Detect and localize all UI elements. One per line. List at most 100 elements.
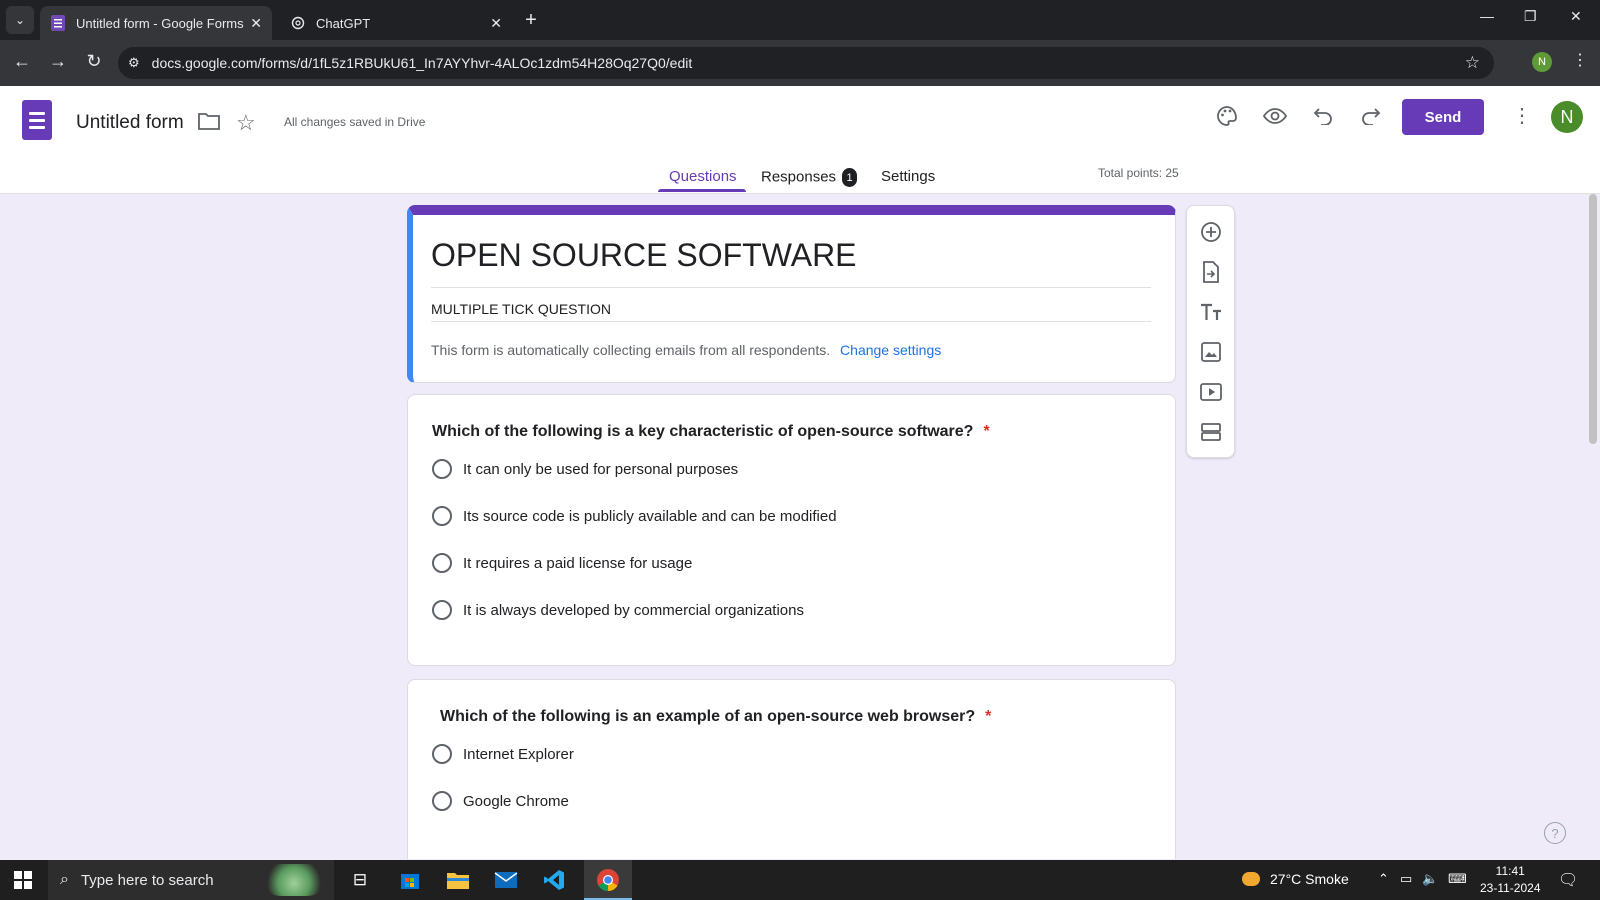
system-clock[interactable]: 11:41 23-11-2024 xyxy=(1480,863,1541,897)
account-avatar[interactable]: N xyxy=(1551,101,1583,133)
add-section-icon[interactable] xyxy=(1199,420,1223,444)
close-tab-icon[interactable]: ✕ xyxy=(490,15,502,32)
radio-option[interactable]: It can only be used for personal purpose… xyxy=(432,459,738,479)
search-icon: ⌕ xyxy=(60,871,69,888)
tab-title: Untitled form - Google Forms xyxy=(76,15,244,31)
new-tab-icon[interactable]: + xyxy=(520,9,542,32)
radio-button[interactable] xyxy=(432,506,452,526)
radio-option[interactable]: It is always developed by commercial org… xyxy=(432,600,804,620)
tab-questions[interactable]: Questions xyxy=(669,168,737,185)
file-explorer-icon[interactable] xyxy=(444,866,472,894)
minimize-icon[interactable]: — xyxy=(1480,8,1494,24)
vscode-icon[interactable] xyxy=(540,866,568,894)
tab-responses-label: Responses xyxy=(761,168,837,186)
option-label: It can only be used for personal purpose… xyxy=(463,460,739,478)
chrome-icon[interactable] xyxy=(594,866,622,894)
taskbar-search[interactable]: ⌕ Type here to search xyxy=(48,860,334,900)
radio-option[interactable]: It requires a paid license for usage xyxy=(432,553,692,573)
network-icon[interactable]: ▭ xyxy=(1400,871,1412,887)
search-placeholder: Type here to search xyxy=(80,871,214,889)
browser-tab-chatgpt[interactable]: ChatGPT ✕ xyxy=(280,6,512,40)
radio-button[interactable] xyxy=(432,553,452,573)
task-view-icon[interactable]: ⊟ xyxy=(346,866,374,894)
close-tab-icon[interactable]: ✕ xyxy=(250,15,262,32)
form-description[interactable]: MULTIPLE TICK QUESTION xyxy=(431,301,611,317)
question-card[interactable]: Which of the following is a key characte… xyxy=(407,394,1176,666)
search-decoration-icon xyxy=(264,864,324,896)
star-icon[interactable]: ☆ xyxy=(236,110,256,136)
help-icon[interactable]: ? xyxy=(1544,822,1566,844)
question-text: Which of the following is a key characte… xyxy=(432,423,990,441)
undo-icon[interactable] xyxy=(1311,104,1335,128)
question-card[interactable]: Which of the following is an example of … xyxy=(407,679,1176,859)
browser-tab-forms[interactable]: Untitled form - Google Forms ✕ xyxy=(40,6,272,40)
url-text: docs.google.com/forms/d/1fL5z1RBUkU61_In… xyxy=(151,55,693,71)
add-title-text-icon[interactable] xyxy=(1199,300,1223,324)
volume-muted-icon[interactable]: 🔈 xyxy=(1422,871,1438,887)
keyboard-icon[interactable]: ⌨ xyxy=(1448,871,1467,887)
weather-icon xyxy=(1242,872,1260,886)
active-tab-indicator xyxy=(658,189,746,192)
total-points: Total points: 25 xyxy=(1098,166,1179,180)
send-button[interactable]: Send xyxy=(1402,99,1484,135)
tab-search-chevron-icon[interactable]: ⌄ xyxy=(6,6,34,34)
mail-icon[interactable] xyxy=(492,866,520,894)
form-title[interactable]: OPEN SOURCE SOFTWARE xyxy=(431,237,857,274)
address-toolbar: ← → ↻ ⚙ docs.google.com/forms/d/1fL5z1RB… xyxy=(0,40,1600,86)
microsoft-store-icon[interactable] xyxy=(396,866,424,894)
chatgpt-favicon-icon xyxy=(290,15,306,31)
save-status: All changes saved in Drive xyxy=(284,115,426,129)
move-to-folder-icon[interactable] xyxy=(198,112,220,135)
responses-count-badge: 1 xyxy=(842,168,858,187)
option-label: Its source code is publicly available an… xyxy=(463,507,837,525)
site-settings-icon[interactable]: ⚙ xyxy=(128,55,140,71)
tab-settings[interactable]: Settings xyxy=(881,168,935,185)
clock-date: 23-11-2024 xyxy=(1480,881,1541,895)
doc-title[interactable]: Untitled form xyxy=(76,112,184,134)
add-image-icon[interactable] xyxy=(1199,340,1223,364)
reload-icon[interactable]: ↻ xyxy=(82,51,106,72)
import-questions-icon[interactable] xyxy=(1199,260,1223,284)
add-question-icon[interactable] xyxy=(1199,220,1223,244)
close-window-icon[interactable]: ✕ xyxy=(1570,8,1582,25)
description-divider xyxy=(431,321,1151,322)
floating-toolbar xyxy=(1186,205,1235,458)
option-label: It requires a paid license for usage xyxy=(463,554,693,572)
notifications-icon[interactable]: 🗨 xyxy=(1558,870,1578,890)
restore-icon[interactable]: ❐ xyxy=(1524,8,1537,25)
forms-logo-icon[interactable] xyxy=(22,100,52,140)
windows-start-icon[interactable] xyxy=(14,871,32,889)
bookmark-star-icon[interactable]: ☆ xyxy=(1465,53,1480,73)
question-title: Which of the following is a key characte… xyxy=(432,423,974,440)
email-collection-notice: This form is automatically collecting em… xyxy=(431,342,941,358)
question-text: Which of the following is an example of … xyxy=(440,708,991,726)
title-divider xyxy=(431,287,1151,288)
forms-favicon-icon xyxy=(50,15,66,31)
form-title-card[interactable]: OPEN SOURCE SOFTWARE MULTIPLE TICK QUEST… xyxy=(407,205,1176,383)
add-video-icon[interactable] xyxy=(1199,380,1223,404)
customize-theme-icon[interactable] xyxy=(1215,104,1239,128)
question-title: Which of the following is an example of … xyxy=(440,708,976,725)
change-settings-link[interactable]: Change settings xyxy=(840,342,941,358)
radio-option[interactable]: Internet Explorer xyxy=(432,744,574,764)
radio-option[interactable]: Its source code is publicly available an… xyxy=(432,506,837,526)
radio-button[interactable] xyxy=(432,791,452,811)
redo-icon[interactable] xyxy=(1359,104,1383,128)
browser-profile-avatar[interactable]: N xyxy=(1532,52,1552,72)
back-icon[interactable]: ← xyxy=(10,51,34,72)
more-options-icon[interactable]: ⋮ xyxy=(1512,103,1532,128)
radio-button[interactable] xyxy=(432,744,452,764)
show-hidden-icons-icon[interactable]: ⌃ xyxy=(1378,871,1389,887)
preview-eye-icon[interactable] xyxy=(1263,104,1287,128)
tab-title: ChatGPT xyxy=(316,15,371,31)
browser-menu-icon[interactable]: ⋮ xyxy=(1572,50,1588,70)
address-bar[interactable]: ⚙ docs.google.com/forms/d/1fL5z1RBUkU61_… xyxy=(118,47,1494,79)
forward-icon[interactable]: → xyxy=(46,51,70,72)
radio-button[interactable] xyxy=(432,600,452,620)
radio-button[interactable] xyxy=(432,459,452,479)
tab-responses[interactable]: Responses 1 xyxy=(761,168,858,187)
page-scrollbar[interactable] xyxy=(1589,194,1597,444)
weather-widget[interactable]: 27°C Smoke xyxy=(1242,871,1349,887)
windows-taskbar: ⌕ Type here to search ⊟ 27°C Smoke ⌃ ▭ 🔈… xyxy=(0,860,1600,900)
radio-option[interactable]: Google Chrome xyxy=(432,791,569,811)
